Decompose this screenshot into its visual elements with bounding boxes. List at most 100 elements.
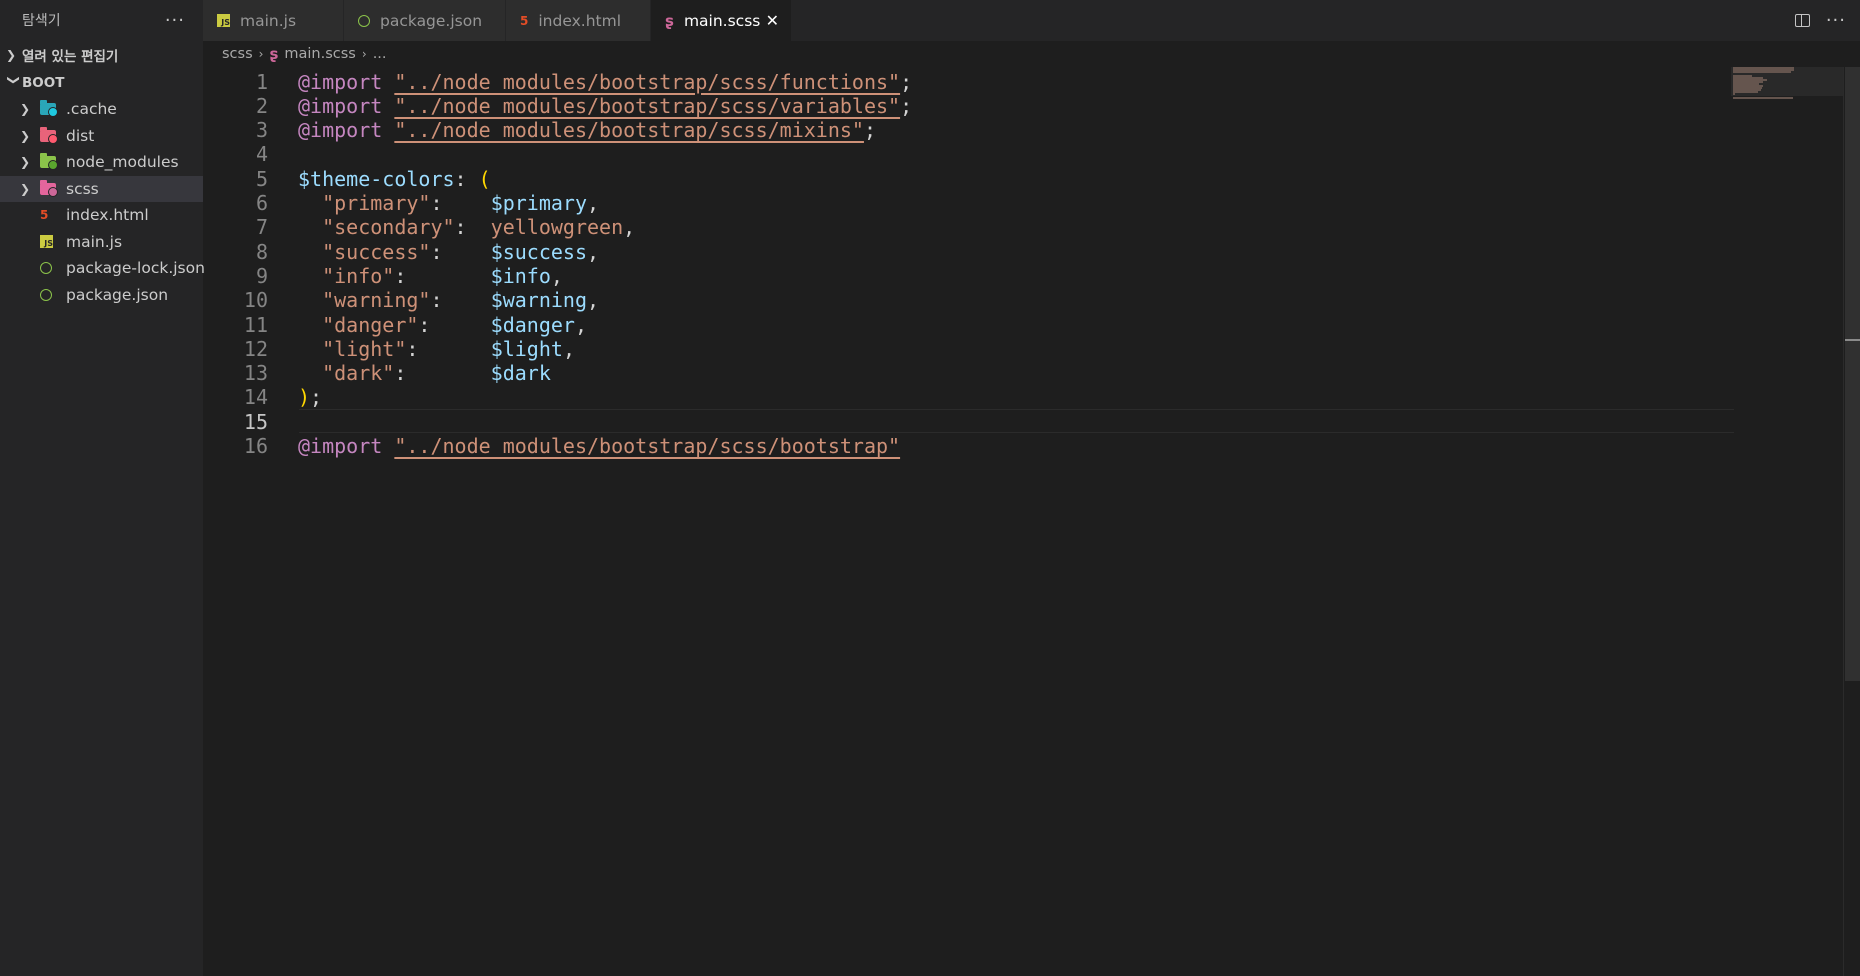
editor-tab-bar: JS main.js package.json 5 index.html ʂ main.sc… (203, 0, 1860, 41)
tree-item-label: node_modules (66, 153, 179, 172)
code-text: $theme-colors: ( (298, 167, 491, 191)
tree-item-label: index.html (66, 206, 149, 225)
code-text: @import "../node_modules/bootstrap/scss/… (298, 118, 876, 142)
code-token: "secondary" (322, 215, 455, 240)
minimap-line (1733, 93, 1736, 95)
tree-item-label: main.js (66, 232, 123, 251)
code-text: ); (298, 385, 322, 409)
vertical-scrollbar[interactable] (1843, 67, 1860, 976)
code-token: : (430, 239, 491, 264)
chevron-right-icon: ❯ (20, 155, 31, 170)
sass-icon: ʂ (665, 11, 674, 30)
tree-item[interactable]: package-lock.json (0, 255, 205, 282)
minimap[interactable] (1731, 67, 1843, 107)
code-token: $primary (490, 191, 588, 215)
line-number: 9 (255, 263, 268, 288)
code-token: "../node_modules/bootstrap/scss/mixins" (394, 118, 864, 143)
tree-item[interactable]: 5 index.html (0, 202, 203, 229)
html5-icon: 5 (520, 13, 529, 28)
code-text: "success": $success, (298, 240, 599, 264)
code-token: , (623, 215, 636, 240)
tree-item[interactable]: ❯ dist (0, 123, 203, 150)
line-number: 3 (255, 118, 268, 143)
breadcrumb-folder[interactable]: scss (222, 46, 253, 62)
code-token: $dark (490, 361, 551, 386)
code-token: : (454, 166, 479, 191)
code-token: $success (490, 239, 588, 264)
code-editor[interactable]: 1 @import "../node_modules/bootstrap/scss… (203, 67, 1860, 976)
line-number: 15 (243, 409, 268, 434)
chevron-right-icon: ❯ (6, 47, 17, 62)
line-number: 8 (255, 239, 268, 264)
tree-item[interactable]: ❯ .cache (0, 96, 203, 123)
open-editors-label: 열려 있는 편집기 (22, 48, 119, 65)
tree-item-label: package-lock.json (66, 259, 205, 278)
breadcrumb-symbols[interactable]: ... (373, 46, 387, 62)
tree-item[interactable]: ❯ scss (0, 175, 203, 202)
open-editors-section[interactable]: ❯ 열려 있는 편집기 (0, 41, 203, 68)
close-icon[interactable]: ✕ (766, 11, 779, 30)
tab-main-js[interactable]: JS main.js (203, 0, 344, 41)
explorer-title: 탐색기 (22, 13, 61, 29)
chevron-right-icon: ❯ (20, 102, 31, 117)
code-token: : (406, 336, 491, 361)
code-token: , (587, 191, 600, 215)
line-number: 11 (243, 312, 268, 337)
tab-label: main.scss (683, 11, 761, 30)
file-tree: ❯ .cache ❯ dist ❯ node_modules ❯ scss 5 index.htm… (0, 96, 205, 309)
tree-item-label: dist (66, 126, 95, 145)
code-token: : (430, 191, 491, 215)
code-token: : (394, 263, 491, 288)
tab-label: package.json (380, 11, 483, 30)
code-token: "danger" (322, 312, 419, 337)
code-token: "warning" (322, 288, 431, 313)
explorer-sidebar: 탐색기 ··· ❯ 열려 있는 편집기 ❯ BOOT ❯ .cache ❯ dist ❯… (0, 0, 205, 976)
tree-item[interactable]: ❯ node_modules (0, 149, 203, 176)
workspace-root-section[interactable]: ❯ BOOT (0, 69, 203, 96)
code-token: @import (298, 118, 383, 143)
more-actions-icon[interactable]: ··· (1826, 10, 1846, 31)
breadcrumb-separator: › (258, 47, 264, 61)
code-token: : (418, 312, 491, 337)
code-text: @import "../node_modules/bootstrap/scss/… (298, 70, 912, 94)
tree-item-label: .cache (66, 100, 117, 119)
line-number: 7 (255, 215, 268, 240)
code-token: ; (900, 93, 913, 118)
tab-main-scss[interactable]: ʂ main.scss ✕ (651, 0, 792, 41)
tree-item[interactable]: JS main.js (0, 229, 203, 256)
folder-icon (40, 179, 58, 197)
scrollbar-thumb[interactable] (1845, 67, 1860, 681)
code-token: yellowgreen (490, 215, 624, 240)
line-number: 5 (255, 166, 268, 191)
tab-index-html[interactable]: 5 index.html (506, 0, 651, 41)
sass-icon: ʂ (269, 45, 279, 63)
folder-icon (40, 153, 58, 171)
folder-icon (40, 100, 58, 118)
more-actions-icon[interactable]: ··· (165, 10, 185, 31)
code-token: ; (863, 118, 876, 143)
breadcrumb: scss › ʂ main.scss › ... (222, 41, 387, 67)
code-text: "dark": $dark (298, 361, 551, 385)
code-text: "primary": $primary, (298, 191, 599, 215)
breadcrumb-file[interactable]: main.scss (284, 46, 355, 62)
line-number: 6 (255, 191, 268, 215)
code-token: "success" (322, 239, 431, 264)
code-text: "warning": $warning, (298, 288, 599, 312)
js-icon: JS (217, 14, 230, 27)
split-editor-icon[interactable] (1794, 14, 1810, 27)
code-token: @import (298, 69, 383, 94)
code-line[interactable]: 16 @import "../node_modules/bootstrap/scs… (203, 432, 1734, 461)
code-token: "info" (322, 263, 395, 288)
chevron-down-icon: ❯ (7, 74, 21, 85)
explorer-header: 탐색기 ··· (0, 0, 203, 40)
tree-item[interactable]: package.json (0, 282, 203, 309)
js-icon: JS (40, 235, 56, 249)
code-text: "danger": $danger, (298, 313, 587, 337)
tab-label: main.js (240, 11, 297, 30)
tab-package-json[interactable]: package.json (344, 0, 506, 41)
